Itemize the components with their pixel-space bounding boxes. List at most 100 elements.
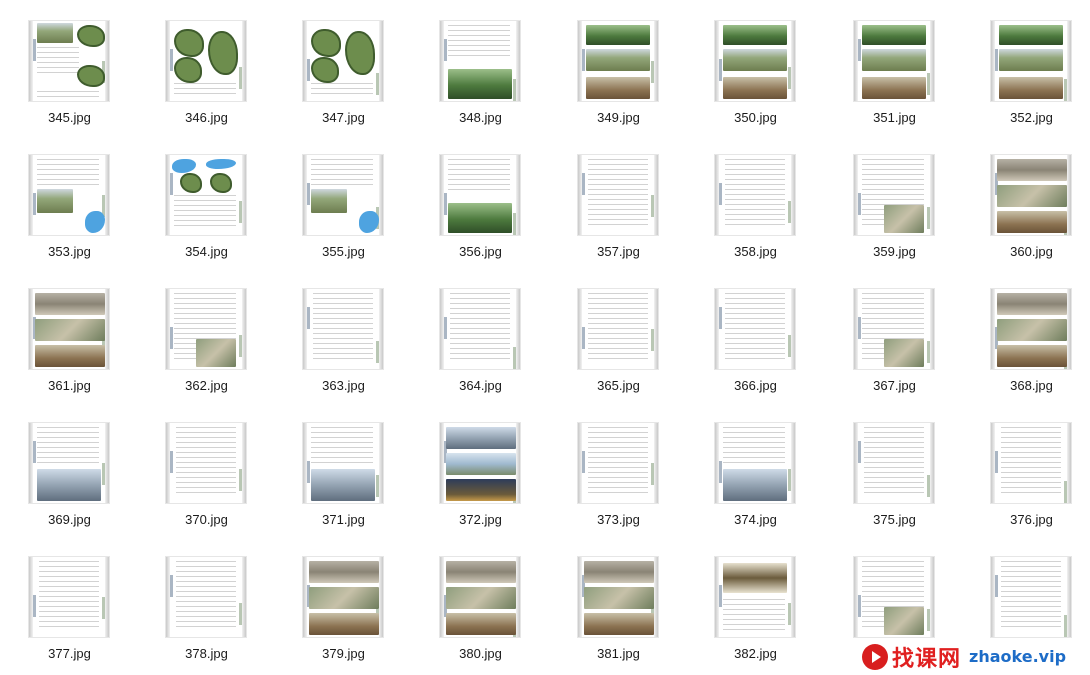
file-name-label: 375.jpg [873,512,916,527]
file-item[interactable]: 351.jpg [838,0,958,125]
file-item[interactable]: 356.jpg [424,134,544,259]
file-name-label: 359.jpg [873,244,916,259]
file-item[interactable]: 382.jpg [699,536,819,661]
file-item[interactable]: 363.jpg [287,268,407,393]
file-thumbnail[interactable] [990,154,1072,236]
file-thumbnail[interactable] [439,422,521,504]
file-thumbnail[interactable] [439,288,521,370]
file-thumbnail[interactable] [853,288,935,370]
file-thumbnail[interactable] [165,154,247,236]
file-name-label: 348.jpg [459,110,502,125]
file-thumbnail[interactable] [302,20,384,102]
file-item[interactable]: 349.jpg [562,0,682,125]
file-name-label: 346.jpg [185,110,228,125]
file-thumbnail[interactable] [577,20,659,102]
file-item[interactable]: 376.jpg [975,402,1090,527]
file-name-label: 368.jpg [1010,378,1053,393]
file-item[interactable]: 367.jpg [838,268,958,393]
file-item[interactable]: 347.jpg [287,0,407,125]
file-thumbnail[interactable] [165,20,247,102]
file-item[interactable]: 373.jpg [562,402,682,527]
file-thumbnail[interactable] [714,556,796,638]
file-thumbnail[interactable] [577,422,659,504]
file-item[interactable]: 381.jpg [562,536,682,661]
file-thumbnail[interactable] [28,154,110,236]
file-item[interactable]: 348.jpg [424,0,544,125]
file-item[interactable]: 350.jpg [699,0,819,125]
file-thumbnail[interactable] [853,556,935,638]
file-name-label: 358.jpg [734,244,777,259]
file-item[interactable]: 354.jpg [150,134,270,259]
file-item[interactable]: 355.jpg [287,134,407,259]
file-name-label: 351.jpg [873,110,916,125]
file-name-label: 377.jpg [48,646,91,661]
watermark-url: zhaoke.vip [969,647,1067,666]
file-name-label: 371.jpg [322,512,365,527]
file-thumbnail[interactable] [302,154,384,236]
file-item[interactable]: 360.jpg [975,134,1090,259]
file-item[interactable]: 379.jpg [287,536,407,661]
file-name-label: 380.jpg [459,646,502,661]
file-item[interactable]: 372.jpg [424,402,544,527]
file-thumbnail[interactable] [28,422,110,504]
file-item[interactable]: 357.jpg [562,134,682,259]
file-thumbnail[interactable] [853,422,935,504]
file-thumbnail[interactable] [714,154,796,236]
file-thumbnail[interactable] [439,556,521,638]
file-item[interactable]: 366.jpg [699,268,819,393]
file-item[interactable]: 362.jpg [150,268,270,393]
file-item[interactable]: 361.jpg [13,268,133,393]
file-item[interactable] [838,536,958,654]
file-thumbnail[interactable] [439,20,521,102]
file-name-label: 373.jpg [597,512,640,527]
file-item[interactable] [975,536,1090,654]
file-thumbnail[interactable] [990,556,1072,638]
file-name-label: 361.jpg [48,378,91,393]
file-item[interactable]: 364.jpg [424,268,544,393]
file-item[interactable]: 380.jpg [424,536,544,661]
file-item[interactable]: 375.jpg [838,402,958,527]
file-item[interactable]: 365.jpg [562,268,682,393]
file-thumbnail[interactable] [990,422,1072,504]
file-grid: 345.jpg 346.jpg 347.jpg 348.jpg 349.jpg 350.j… [0,0,1090,675]
file-thumbnail[interactable] [577,556,659,638]
watermark-text: 找课网 [892,646,962,672]
file-item[interactable]: 368.jpg [975,268,1090,393]
file-thumbnail[interactable] [577,288,659,370]
file-thumbnail[interactable] [853,154,935,236]
file-item[interactable]: 371.jpg [287,402,407,527]
file-thumbnail[interactable] [28,288,110,370]
file-thumbnail[interactable] [165,422,247,504]
file-item[interactable]: 369.jpg [13,402,133,527]
file-thumbnail[interactable] [165,288,247,370]
file-thumbnail[interactable] [165,556,247,638]
file-item[interactable]: 345.jpg [13,0,133,125]
file-thumbnail[interactable] [302,288,384,370]
file-thumbnail[interactable] [577,154,659,236]
file-thumbnail[interactable] [28,556,110,638]
file-thumbnail[interactable] [302,556,384,638]
file-name-label: 349.jpg [597,110,640,125]
file-name-label: 366.jpg [734,378,777,393]
file-item[interactable]: 377.jpg [13,536,133,661]
file-item[interactable]: 346.jpg [150,0,270,125]
file-thumbnail[interactable] [302,422,384,504]
file-item[interactable]: 378.jpg [150,536,270,661]
file-name-label: 367.jpg [873,378,916,393]
file-item[interactable]: 353.jpg [13,134,133,259]
file-thumbnail[interactable] [714,288,796,370]
file-thumbnail[interactable] [990,288,1072,370]
file-name-label: 345.jpg [48,110,91,125]
file-name-label: 347.jpg [322,110,365,125]
file-item[interactable]: 370.jpg [150,402,270,527]
file-item[interactable]: 352.jpg [975,0,1090,125]
file-thumbnail[interactable] [439,154,521,236]
file-thumbnail[interactable] [853,20,935,102]
file-item[interactable]: 374.jpg [699,402,819,527]
file-thumbnail[interactable] [990,20,1072,102]
file-item[interactable]: 358.jpg [699,134,819,259]
file-thumbnail[interactable] [714,422,796,504]
file-thumbnail[interactable] [714,20,796,102]
file-thumbnail[interactable] [28,20,110,102]
file-item[interactable]: 359.jpg [838,134,958,259]
